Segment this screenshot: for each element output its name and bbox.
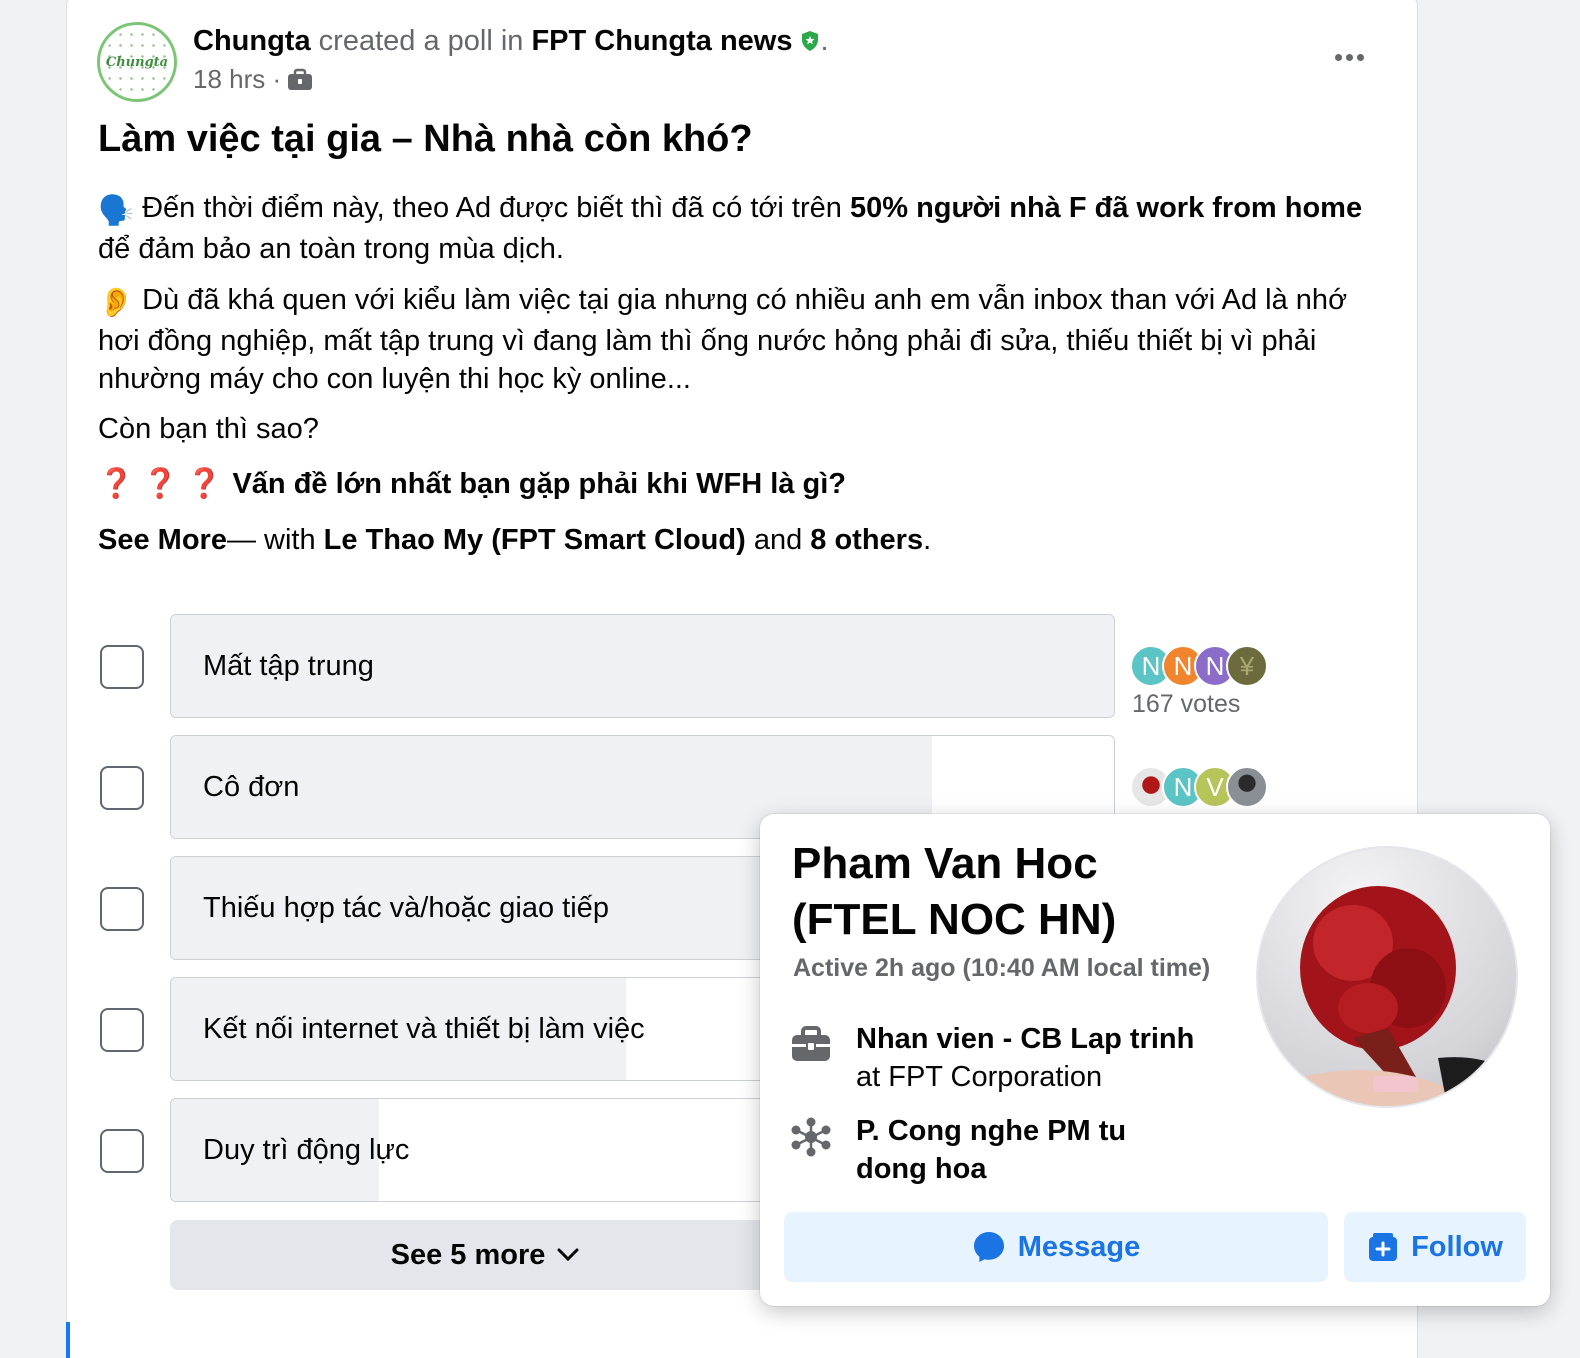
action-text: created a poll in (318, 25, 524, 57)
poll-option-label: Mất tập trung (203, 649, 374, 682)
votes-count[interactable]: 167 votes (1132, 690, 1240, 719)
profile-department: P. Cong nghe PM tu dong hoa (856, 1115, 1127, 1185)
poll-option-label: Thiếu hợp tác và/hoặc giao tiếp (203, 891, 609, 924)
p2-text: Dù đã khá quen với kiểu làm việc tại gia… (98, 284, 1348, 395)
ear-icon: 👂 (98, 287, 135, 319)
voter-avatars[interactable]: N N N ¥ (1130, 645, 1268, 687)
post-header: Chungta created a poll in FPT Chungta ne… (193, 22, 829, 60)
poll-option-label: Cô đơn (203, 770, 300, 803)
header-period: . (820, 25, 829, 57)
post-question: ❓ ❓ ❓ Vấn đề lớn nhất bạn gặp phải khi WF… (98, 465, 1388, 503)
group-link[interactable]: FPT Chungta news (531, 25, 792, 57)
poll-checkbox[interactable] (100, 887, 144, 931)
post-title: Làm việc tại gia – Nhà nhà còn khó? (98, 118, 753, 160)
flower-bouquet-image (1289, 886, 1516, 1106)
follow-button[interactable]: Follow (1344, 1212, 1526, 1282)
chevron-down-icon (557, 1248, 579, 1262)
see-more-options-label: See 5 more (390, 1238, 546, 1271)
profile-dept-row: P. Cong nghe PM tu dong hoa (790, 1112, 1156, 1188)
p1-text-a: Đến thời điểm này, theo Ad được biết thì… (142, 192, 850, 224)
profile-name[interactable]: Pham Van Hoc (FTEL NOC HN) (792, 836, 1232, 948)
post-paragraph-3: Còn bạn thì sao? (98, 413, 319, 445)
others-link[interactable]: 8 others (810, 524, 923, 556)
organization-icon (791, 1117, 831, 1157)
profile-job-title: Nhan vien - CB Lap trinh (856, 1023, 1195, 1055)
profile-active-status: Active 2h ago (10:40 AM local time) (793, 954, 1211, 982)
tags-period: . (923, 524, 932, 556)
poll-option-label: Duy trì động lực (203, 1133, 410, 1166)
poll-option-label: Kết nối internet và thiết bị làm việc (203, 1012, 645, 1045)
poll-checkbox[interactable] (100, 1129, 144, 1173)
post-paragraph-1: 🗣️ Đến thời điểm này, theo Ad được biết t… (98, 189, 1388, 268)
follow-button-label: Follow (1411, 1230, 1503, 1263)
message-button[interactable]: Message (784, 1212, 1328, 1282)
profile-hover-card: Pham Van Hoc (FTEL NOC HN) Active 2h ago… (760, 814, 1550, 1306)
voter-avatar-photo[interactable] (1226, 766, 1268, 808)
poll-checkbox[interactable] (100, 766, 144, 810)
profile-job-company: at FPT Corporation (856, 1061, 1103, 1093)
question-marks-icon: ❓ ❓ ❓ (98, 468, 223, 500)
briefcase-icon (792, 1026, 830, 1061)
post-tags: See More— with Le Thao My (FPT Smart Clo… (98, 521, 1388, 559)
messenger-icon (973, 1232, 1004, 1262)
voter-avatars[interactable]: N V (1130, 766, 1268, 808)
p1-text-bold: 50% người nhà F đã work from home (849, 192, 1363, 224)
post-meta: 18 hrs · (193, 64, 313, 95)
shield-icon (802, 31, 819, 51)
follow-plus-icon (1369, 1233, 1398, 1261)
and-text: and (745, 524, 811, 556)
poll-checkbox[interactable] (100, 645, 144, 689)
message-button-label: Message (1017, 1230, 1141, 1263)
tagged-person-link[interactable]: Le Thao My (FPT Smart Cloud) (324, 524, 746, 556)
group-avatar[interactable]: Chungta (97, 22, 177, 102)
more-options-icon[interactable] (1326, 40, 1372, 74)
profile-photo[interactable] (1256, 846, 1518, 1108)
p1-text-c: để đảm bảo an toàn trong mùa dịch. (98, 233, 564, 265)
see-more-options-button[interactable]: See 5 more (170, 1220, 800, 1290)
poll-option-bar[interactable]: Mất tập trung (170, 614, 1115, 718)
post-time[interactable]: 18 hrs · (193, 64, 281, 95)
see-more-link[interactable]: See More (98, 524, 227, 556)
speaking-head-icon: 🗣️ (98, 195, 135, 227)
voter-avatar[interactable]: ¥ (1226, 645, 1268, 687)
post-paragraph-2: 👂 Dù đã khá quen với kiểu làm việc tại gi… (98, 281, 1388, 398)
poll-checkbox[interactable] (100, 1008, 144, 1052)
with-text: — with (226, 524, 324, 556)
scroll-indicator (66, 1322, 70, 1358)
question-text: Vấn đề lớn nhất bạn gặp phải khi WFH là … (232, 468, 846, 500)
briefcase-icon (288, 68, 313, 90)
profile-work-row: Nhan vien - CB Lap trinh at FPT Corporat… (790, 1020, 1194, 1096)
author-link[interactable]: Chungta (193, 25, 311, 57)
poll-option[interactable]: Mất tập trung (98, 614, 1118, 718)
avatar-logo-text: Chungta (105, 54, 169, 70)
